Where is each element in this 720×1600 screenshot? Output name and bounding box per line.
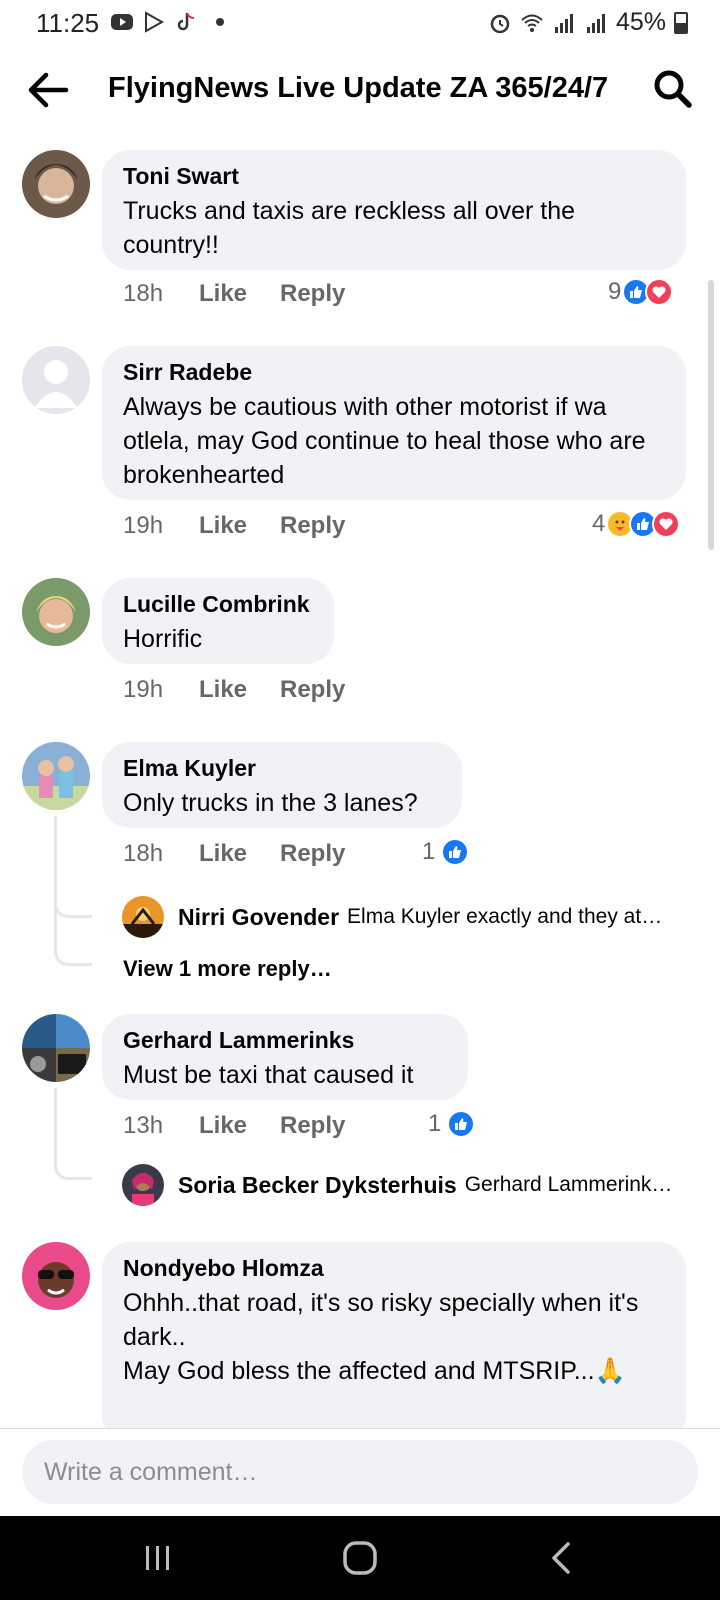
reactions-summary[interactable]: 1 — [428, 1110, 476, 1138]
comment-actions: 19h Like Reply — [123, 512, 345, 540]
back-arrow-icon[interactable] — [26, 70, 70, 110]
comment-text: Horrific — [123, 625, 203, 653]
like-icon — [441, 838, 470, 866]
signal-icon — [554, 13, 573, 33]
comment: Nondyebo Hlomza Ohhh..that road, it's so… — [0, 1242, 720, 1428]
nav-recents-icon[interactable] — [134, 1534, 182, 1582]
thread-branch — [54, 892, 92, 918]
reply-avatar[interactable] — [122, 896, 164, 938]
system-icons: 45% — [488, 8, 688, 37]
comment-time: 18h — [123, 280, 164, 307]
reply-button[interactable]: Reply — [280, 676, 345, 704]
love-icon — [652, 510, 681, 538]
scrollbar[interactable] — [708, 280, 714, 550]
like-icon — [447, 1110, 476, 1138]
reactions-summary[interactable]: 1 — [422, 838, 470, 866]
reply-author[interactable]: Nirri Govender — [178, 904, 339, 931]
reply-button[interactable]: Reply — [280, 512, 345, 540]
status-time: 11:25 — [36, 8, 100, 38]
commenter-name[interactable]: Lucille Combrink — [123, 590, 314, 618]
commenter-name[interactable]: Sirr Radebe — [123, 358, 666, 386]
comment-actions: 13h Like Reply — [123, 1112, 345, 1140]
header: FlyingNews Live Update ZA 365/24/7 — [0, 58, 720, 122]
comment-text: Only trucks in the 3 lanes? — [123, 789, 418, 817]
comment-text: Ohhh..that road, it's so risky specially… — [123, 1289, 639, 1351]
search-icon[interactable] — [652, 68, 694, 110]
battery-percent: 45% — [615, 8, 666, 36]
like-button[interactable]: Like — [199, 1112, 280, 1140]
like-button[interactable]: Like — [199, 676, 280, 704]
tiktok-icon — [177, 12, 195, 31]
reply-preview-row[interactable]: Nirri Govender Elma Kuyler exactly and t… — [122, 896, 662, 938]
notification-icons — [110, 10, 224, 34]
comment-time: 19h — [123, 512, 164, 539]
love-icon — [645, 278, 674, 306]
reaction-count: 1 — [428, 1110, 442, 1137]
reply-button[interactable]: Reply — [280, 840, 345, 868]
avatar[interactable] — [22, 346, 90, 414]
reply-preview-row[interactable]: Soria Becker Dyksterhuis Gerhard Lammeri… — [122, 1164, 672, 1206]
reaction-count: 4 — [592, 510, 606, 537]
comment-bubble[interactable]: Elma Kuyler Only trucks in the 3 lanes? — [102, 742, 462, 828]
thread-branch — [54, 1138, 92, 1180]
commenter-name[interactable]: Toni Swart — [123, 162, 666, 190]
like-button[interactable]: Like — [199, 840, 280, 868]
thread-branch — [54, 930, 92, 966]
signal-icon-2 — [586, 13, 605, 33]
comment-text: Trucks and taxis are reckless all over t… — [123, 197, 576, 259]
system-navigation-bar — [0, 1516, 720, 1600]
reaction-count: 9 — [608, 278, 622, 305]
reactions-summary[interactable]: 4 — [592, 510, 681, 538]
thread-line — [54, 816, 57, 936]
comment-text: May God bless the affected and MTSRIP...… — [123, 1357, 626, 1385]
reply-button[interactable]: Reply — [280, 1112, 345, 1140]
like-button[interactable]: Like — [199, 280, 280, 308]
comment-time: 19h — [123, 676, 164, 703]
avatar[interactable] — [22, 742, 90, 810]
commenter-name[interactable]: Nondyebo Hlomza — [123, 1254, 666, 1282]
comment-bubble[interactable]: Nondyebo Hlomza Ohhh..that road, it's so… — [102, 1242, 686, 1428]
comment-composer[interactable] — [22, 1440, 698, 1504]
status-bar: 11:25 45% — [0, 0, 720, 46]
reactions-summary[interactable]: 9 — [608, 278, 674, 306]
avatar[interactable] — [22, 578, 90, 646]
comment-bubble[interactable]: Toni Swart Trucks and taxis are reckless… — [102, 150, 686, 270]
play-store-icon — [145, 11, 165, 33]
view-more-replies-link[interactable]: View 1 more reply… — [123, 956, 332, 982]
comment-bubble[interactable]: Lucille Combrink Horrific — [102, 578, 334, 664]
reply-preview-text: Elma Kuyler exactly and they at… — [347, 905, 663, 928]
comment-text: Must be taxi that caused it — [123, 1061, 414, 1089]
alarm-icon — [490, 14, 510, 33]
comment-time: 18h — [123, 840, 164, 867]
comment-time: 13h — [123, 1112, 164, 1139]
comment-actions: 19h Like Reply — [123, 676, 345, 704]
reply-button[interactable]: Reply — [280, 280, 345, 308]
reply-avatar[interactable] — [122, 1164, 164, 1206]
composer-divider — [0, 1428, 720, 1429]
page-title: FlyingNews Live Update ZA 365/24/7 — [108, 72, 609, 104]
avatar[interactable] — [22, 150, 90, 218]
nav-back-icon[interactable] — [538, 1534, 586, 1582]
comment-bubble[interactable]: Gerhard Lammerinks Must be taxi that cau… — [102, 1014, 468, 1100]
more-notifications-dot — [216, 18, 224, 26]
comment-actions: 18h Like Reply — [123, 280, 345, 308]
nav-home-icon[interactable] — [336, 1534, 384, 1582]
wifi-icon — [521, 14, 543, 32]
reply-preview-text: Gerhard Lammerink… — [464, 1173, 673, 1196]
comment-bubble[interactable]: Sirr Radebe Always be cautious with othe… — [102, 346, 686, 500]
youtube-icon — [111, 14, 133, 30]
avatar[interactable] — [22, 1242, 90, 1310]
avatar[interactable] — [22, 1014, 90, 1082]
comment-text: Always be cautious with other motorist i… — [123, 393, 646, 489]
comment-input[interactable] — [44, 1457, 676, 1487]
like-button[interactable]: Like — [199, 512, 280, 540]
commenter-name[interactable]: Elma Kuyler — [123, 754, 442, 782]
battery-icon — [674, 11, 688, 34]
reply-author[interactable]: Soria Becker Dyksterhuis — [178, 1172, 457, 1199]
reaction-count: 1 — [422, 838, 436, 865]
comment-actions: 18h Like Reply — [123, 840, 345, 868]
commenter-name[interactable]: Gerhard Lammerinks — [123, 1026, 448, 1054]
